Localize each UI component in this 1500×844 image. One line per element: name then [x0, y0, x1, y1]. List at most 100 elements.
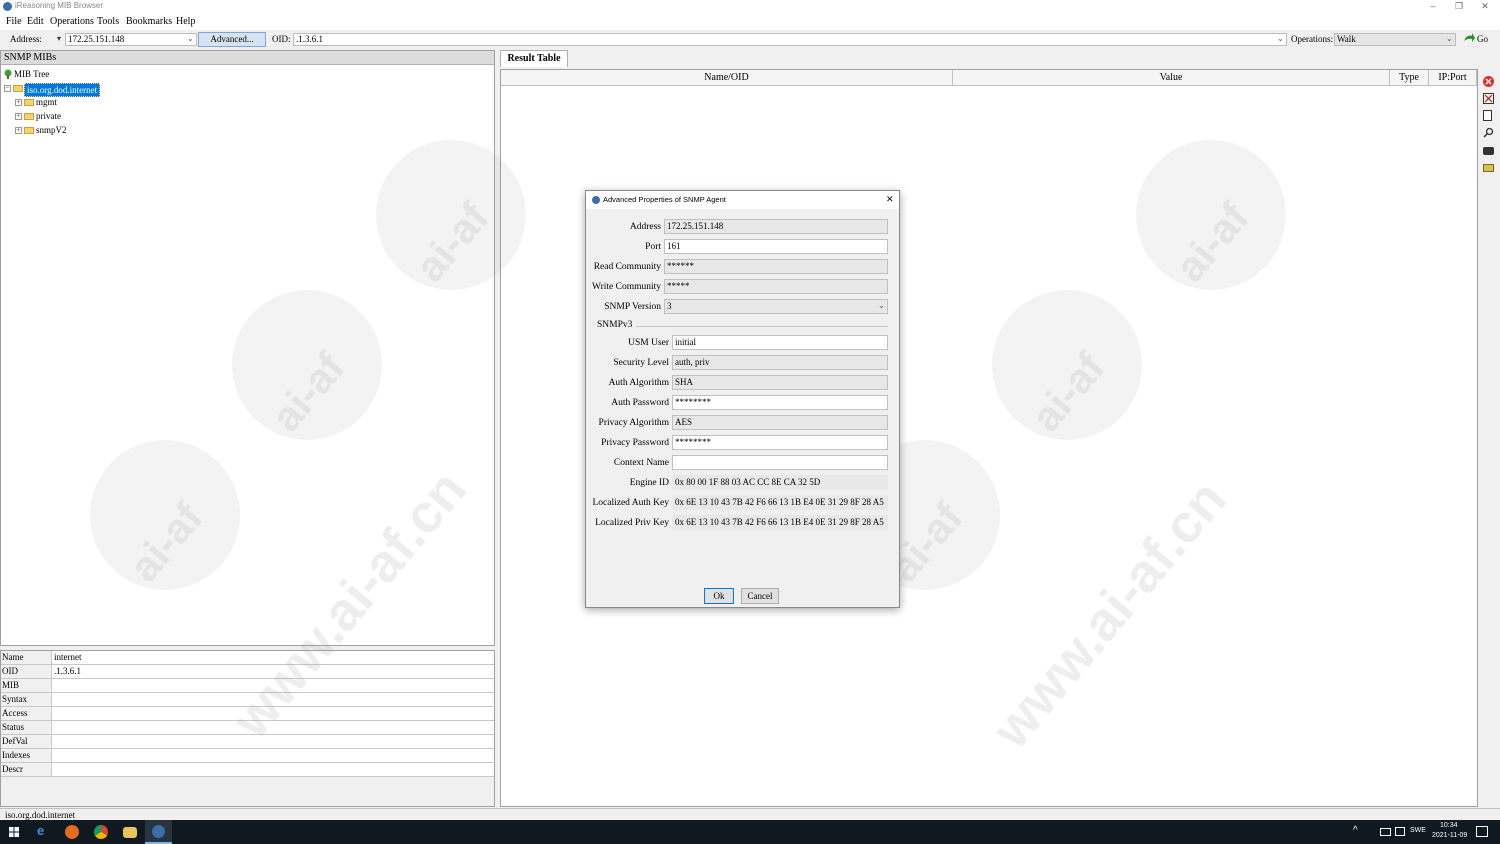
language-indicator[interactable]: SWE: [1410, 827, 1426, 834]
mib-properties-table: Name internet OID .1.3.6.1 MIB Syntax Acce…: [0, 650, 495, 807]
privacy-algorithm-select[interactable]: AES: [672, 415, 888, 430]
privacy-password-field[interactable]: ********: [672, 435, 888, 450]
notification-icon[interactable]: [1476, 826, 1488, 837]
write-community-field[interactable]: *****: [664, 279, 888, 294]
mib-browser-taskbar-button[interactable]: [145, 820, 172, 844]
menu-help[interactable]: Help: [176, 16, 195, 27]
go-button[interactable]: Go: [1477, 34, 1488, 44]
prop-name: Name: [2, 652, 24, 662]
file-explorer-icon[interactable]: [123, 827, 137, 838]
prop-value[interactable]: [51, 693, 494, 706]
chevron-down-icon[interactable]: ⌄: [878, 301, 885, 310]
dialog-app-icon: [592, 196, 600, 204]
dialog-close-button[interactable]: ✕: [886, 194, 894, 205]
go-icon[interactable]: [1463, 33, 1475, 44]
address-label: Address: [629, 222, 661, 232]
tab-result-table[interactable]: Result Table: [500, 50, 568, 67]
save-icon[interactable]: [1483, 110, 1492, 121]
volume-icon[interactable]: [1395, 827, 1405, 836]
expand-icon[interactable]: +: [15, 113, 22, 120]
table-row: OID .1.3.6.1: [1, 665, 494, 679]
advanced-button[interactable]: Advanced...: [198, 32, 266, 47]
operations-select[interactable]: Walk: [1334, 33, 1456, 46]
column-header-value[interactable]: Value: [953, 70, 1390, 86]
table-row: Name internet: [1, 651, 494, 665]
port-field[interactable]: 161: [664, 239, 888, 254]
start-icon[interactable]: [9, 827, 19, 837]
chrome-icon[interactable]: [94, 825, 108, 839]
firefox-icon[interactable]: [65, 825, 79, 839]
security-level-select[interactable]: auth, priv: [672, 355, 888, 370]
menu-edit[interactable]: Edit: [27, 16, 44, 27]
auth-algorithm-select[interactable]: SHA: [672, 375, 888, 390]
tree-item-private[interactable]: private: [36, 111, 61, 121]
maximize-button[interactable]: ❐: [1446, 0, 1472, 14]
auth-algorithm-label: Auth Algorithm: [608, 378, 669, 388]
folder-icon: [13, 85, 23, 92]
auth-password-field[interactable]: ********: [672, 395, 888, 410]
context-name-label: Context Name: [613, 458, 669, 468]
expand-icon[interactable]: +: [15, 127, 22, 134]
column-header-type[interactable]: Type: [1390, 70, 1429, 86]
prop-value[interactable]: internet: [51, 651, 494, 664]
tree-item-selected[interactable]: iso.org.dod.internet: [24, 83, 101, 97]
oid-input[interactable]: .1.3.6.1: [293, 33, 1287, 46]
ok-button[interactable]: Ok: [704, 588, 734, 604]
taskbar: e ^ SWE 10:34 2021-11-09: [0, 820, 1500, 844]
export-icon[interactable]: [1483, 147, 1494, 155]
address-history-icon[interactable]: ▾: [57, 34, 61, 43]
prop-value[interactable]: [51, 749, 494, 762]
table-row: Status: [1, 721, 494, 735]
address-input[interactable]: 172.25.151.148: [65, 33, 197, 46]
prop-value[interactable]: [51, 763, 494, 776]
tree-root-label[interactable]: MIB Tree: [14, 69, 49, 79]
oid-dropdown-icon[interactable]: ⌄: [1277, 34, 1284, 43]
menu-tools[interactable]: Tools: [97, 16, 119, 27]
mib-browser-icon: [152, 825, 165, 838]
menu-file[interactable]: File: [6, 16, 22, 27]
tree-item-snmpv2[interactable]: snmpV2: [36, 125, 67, 135]
localized-auth-key-field[interactable]: 0x 6E 13 10 43 7B 42 F6 66 13 1B E4 0E 3…: [672, 495, 888, 510]
table-row: Indexes: [1, 749, 494, 763]
read-community-field[interactable]: ******: [664, 259, 888, 274]
dialog-address-field[interactable]: 172.25.151.148: [664, 219, 888, 234]
column-header-name-oid[interactable]: Name/OID: [501, 70, 953, 86]
localized-priv-key-field[interactable]: 0x 6E 13 10 43 7B 42 F6 66 13 1B E4 0E 3…: [672, 515, 888, 530]
write-community-label: Write Community: [591, 282, 661, 292]
tree-root-icon: [3, 69, 12, 79]
prop-value[interactable]: [51, 735, 494, 748]
snmpv3-section-label: SNMPv3: [597, 320, 633, 330]
clock-date[interactable]: 2021-11-09: [1432, 832, 1467, 839]
engine-id-field[interactable]: 0x 80 00 1F 88 03 AC CC 8E CA 32 5D: [672, 475, 888, 490]
dialog-title-bar: Advanced Properties of SNMP Agent ✕: [586, 191, 899, 209]
prop-name: Access: [2, 708, 28, 718]
port-label: Port: [645, 242, 661, 252]
collapse-icon[interactable]: −: [4, 85, 11, 92]
address-dropdown-icon[interactable]: ⌄: [187, 34, 194, 43]
expand-icon[interactable]: +: [15, 99, 22, 106]
minimize-button[interactable]: –: [1420, 0, 1446, 14]
clear-icon[interactable]: [1483, 93, 1494, 104]
prop-value[interactable]: [51, 721, 494, 734]
open-icon[interactable]: [1483, 164, 1494, 172]
find-icon[interactable]: [1483, 127, 1494, 138]
cancel-button[interactable]: Cancel: [741, 588, 779, 604]
prop-name: Syntax: [2, 694, 28, 704]
prop-value[interactable]: .1.3.6.1: [51, 665, 494, 678]
prop-value[interactable]: [51, 679, 494, 692]
show-hidden-icons[interactable]: ^: [1353, 825, 1358, 836]
menu-bookmarks[interactable]: Bookmarks: [126, 16, 172, 27]
snmp-version-select[interactable]: 3: [664, 299, 888, 314]
usm-user-field[interactable]: initial: [672, 335, 888, 350]
close-window-button[interactable]: ✕: [1472, 0, 1498, 14]
context-name-field[interactable]: [672, 455, 888, 470]
prop-value[interactable]: [51, 707, 494, 720]
clock-time[interactable]: 10:34: [1440, 822, 1458, 829]
tree-item-mgmt[interactable]: mgmt: [36, 97, 57, 107]
network-icon[interactable]: [1380, 828, 1391, 836]
column-header-ip-port[interactable]: IP:Port: [1429, 70, 1477, 86]
menu-operations[interactable]: Operations: [50, 16, 94, 27]
operations-dropdown-icon[interactable]: ⌄: [1446, 34, 1453, 43]
edge-icon[interactable]: e: [37, 823, 51, 838]
stop-icon[interactable]: [1483, 76, 1494, 87]
